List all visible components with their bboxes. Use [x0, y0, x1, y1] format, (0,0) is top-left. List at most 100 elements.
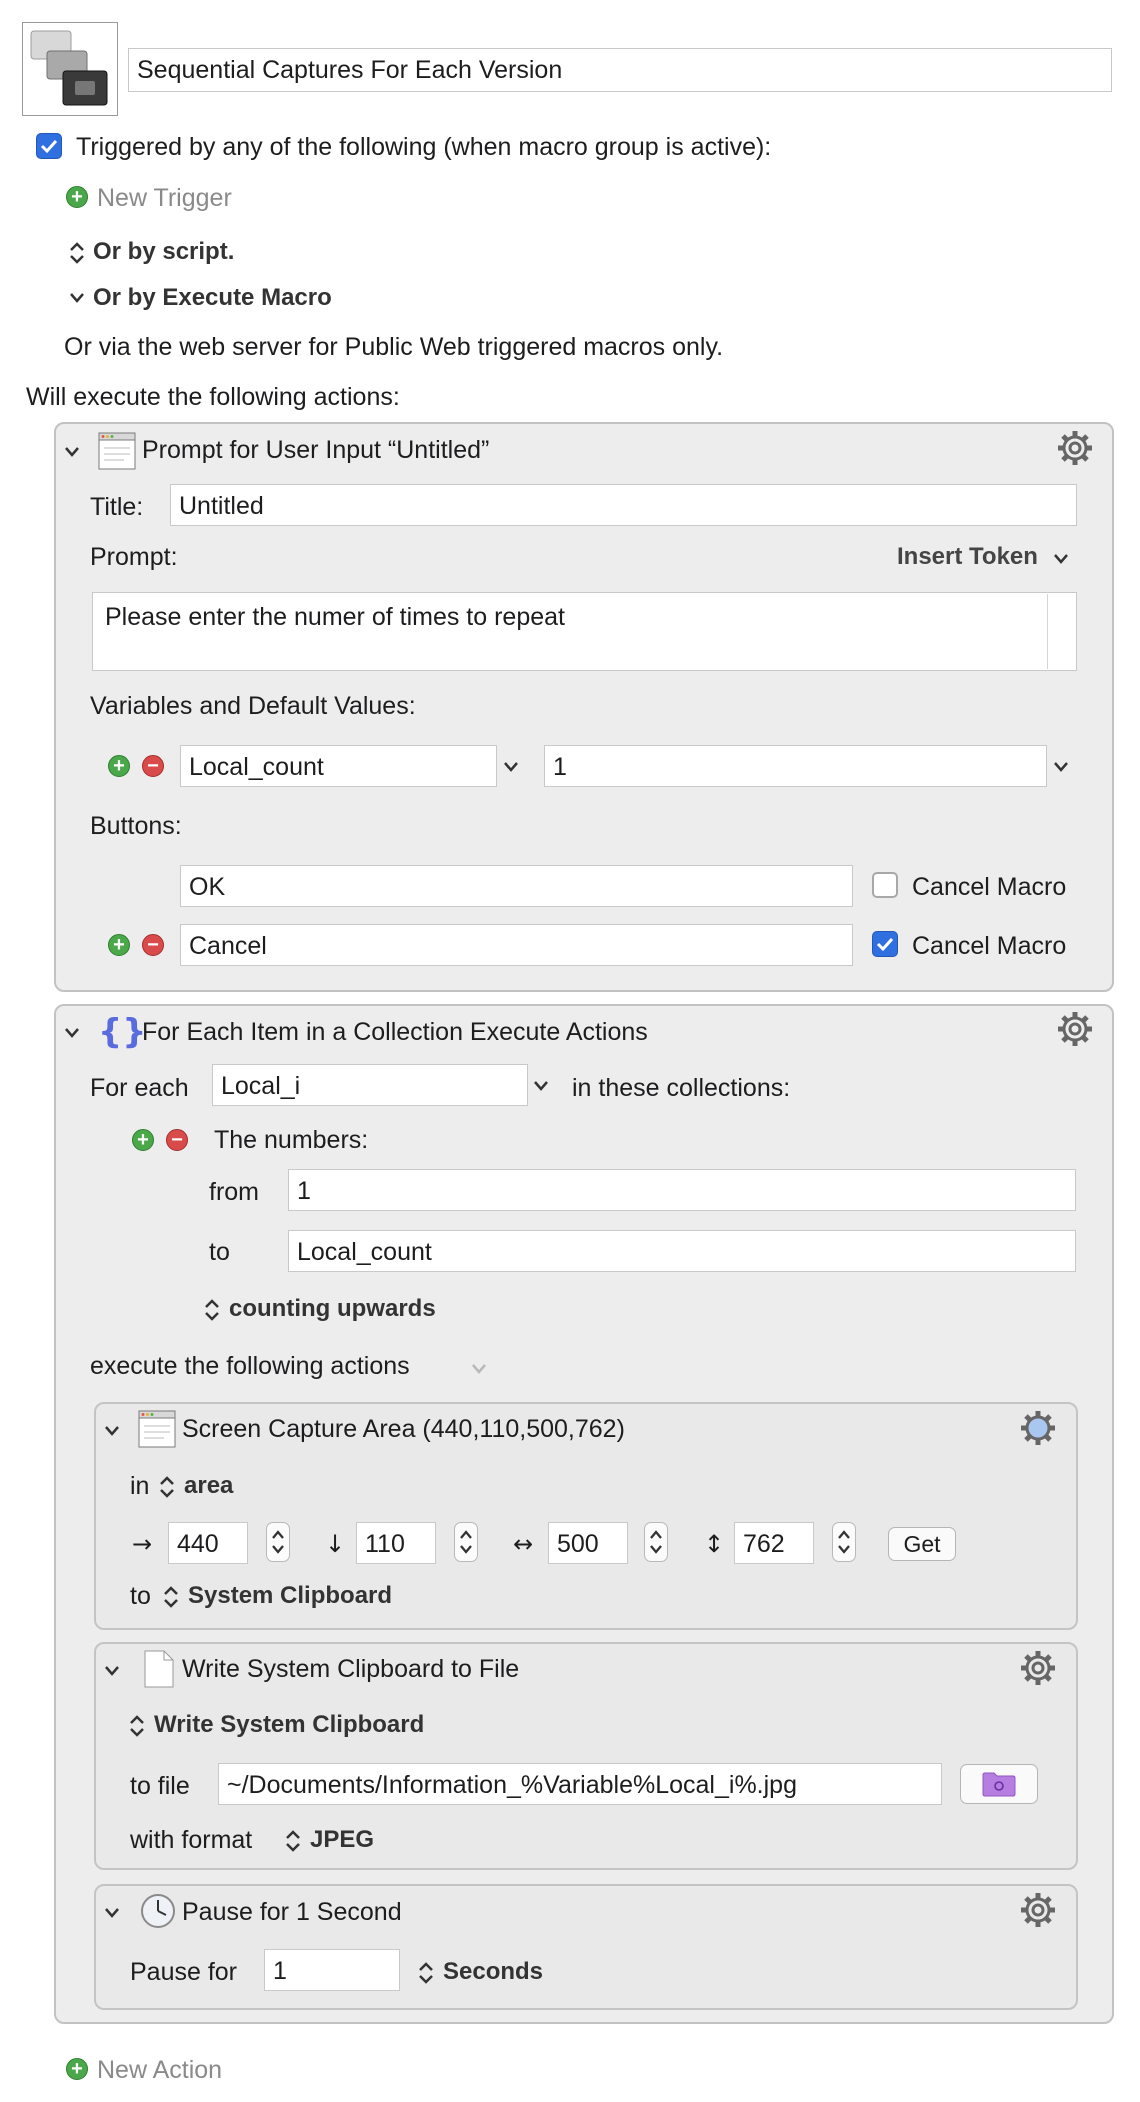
execute-macro-chevron-icon[interactable] [68, 291, 86, 305]
pause-action-title: Pause for 1 Second [182, 1898, 402, 1926]
prompt-action-title: Prompt for User Input “Untitled” [142, 436, 490, 464]
left-arrow-label: → [132, 1530, 153, 1558]
foreach-variable-input[interactable]: Local_i [212, 1064, 528, 1106]
button1-cancel-macro-checkbox[interactable] [872, 872, 898, 898]
new-action-button[interactable]: New Action [97, 2058, 222, 2083]
prompt-textarea[interactable]: Please enter the numer of times to repea… [92, 592, 1077, 671]
destination-updown-icon[interactable] [162, 1584, 180, 1610]
to-label: to [209, 1238, 230, 1266]
numbers-label: The numbers: [214, 1126, 369, 1154]
foreach-variable-chevron-icon[interactable] [532, 1079, 550, 1093]
new-trigger-button[interactable]: New Trigger [97, 186, 232, 211]
new-trigger-plus-icon[interactable]: + [66, 186, 88, 208]
button2-input[interactable]: Cancel [180, 924, 853, 966]
pause-for-label: Pause for [130, 1958, 238, 1986]
unit-popup[interactable]: Seconds [443, 1960, 543, 1984]
remove-variable-icon[interactable]: − [142, 755, 164, 777]
gear-icon[interactable] [1018, 1648, 1058, 1688]
title-input[interactable]: Untitled [170, 484, 1077, 526]
insert-token-chevron-icon[interactable] [1052, 552, 1070, 566]
variable-default-chevron-icon[interactable] [1052, 760, 1070, 774]
left-stepper[interactable] [266, 1522, 290, 1562]
buttons-label: Buttons: [90, 812, 182, 840]
title-label: Title: [90, 493, 144, 521]
height-stepper[interactable] [832, 1522, 856, 1562]
counting-updown-icon[interactable] [203, 1297, 221, 1323]
button2-cancel-macro-checkbox[interactable] [872, 931, 898, 957]
or-by-execute-macro[interactable]: Or by Execute Macro [93, 286, 332, 310]
write-collapse-chevron-icon[interactable] [103, 1664, 121, 1678]
foreach-collapse-chevron-icon[interactable] [63, 1026, 81, 1040]
gear-icon[interactable] [1055, 428, 1095, 468]
execute-following-label: execute the following actions [90, 1352, 410, 1380]
width-input[interactable]: 500 [548, 1522, 628, 1564]
macro-icon[interactable] [22, 22, 118, 116]
top-input[interactable]: 110 [356, 1522, 436, 1564]
insert-token-button[interactable]: Insert Token [897, 545, 1038, 569]
file-path-input[interactable]: ~/Documents/Information_%Variable%Local_… [218, 1763, 942, 1805]
braces-icon: {} [98, 1012, 147, 1052]
get-button[interactable]: Get [888, 1527, 956, 1561]
top-stepper[interactable] [454, 1522, 478, 1562]
remove-button-icon[interactable]: − [142, 934, 164, 956]
area-updown-icon[interactable] [158, 1474, 176, 1500]
window-icon [138, 1410, 176, 1453]
clock-icon [140, 1893, 176, 1934]
for-each-label: For each [90, 1074, 189, 1102]
button1-cancel-macro-label: Cancel Macro [912, 873, 1067, 901]
document-icon [144, 1650, 174, 1693]
capture-to-label: to [130, 1582, 151, 1610]
variables-label: Variables and Default Values: [90, 692, 416, 720]
write-action-title: Write System Clipboard to File [182, 1655, 520, 1683]
pause-value-input[interactable]: 1 [264, 1949, 400, 1991]
format-popup[interactable]: JPEG [310, 1828, 374, 1852]
will-execute-label: Will execute the following actions: [26, 383, 400, 411]
unit-updown-icon[interactable] [417, 1960, 435, 1986]
add-collection-icon[interactable]: + [132, 1129, 154, 1151]
macro-name-input[interactable]: Sequential Captures For Each Version [128, 48, 1112, 92]
format-label: with format [130, 1826, 253, 1854]
variable-name-input[interactable]: Local_count [180, 745, 497, 787]
foreach-action-title: For Each Item in a Collection Execute Ac… [142, 1018, 648, 1046]
add-button-icon[interactable]: + [108, 934, 130, 956]
web-server-note: Or via the web server for Public Web tri… [64, 333, 724, 361]
counting-direction-popup[interactable]: counting upwards [229, 1297, 436, 1321]
execute-following-chevron-icon[interactable] [470, 1362, 488, 1376]
pause-collapse-chevron-icon[interactable] [103, 1906, 121, 1920]
write-mode-popup[interactable]: Write System Clipboard [154, 1713, 424, 1737]
new-action-plus-icon[interactable]: + [66, 2058, 88, 2080]
trigger-checkbox[interactable] [36, 133, 62, 159]
gear-blue-icon[interactable] [1018, 1408, 1058, 1448]
variable-default-input[interactable]: 1 [544, 745, 1047, 787]
prompt-text: Please enter the numer of times to repea… [105, 603, 565, 631]
prompt-label: Prompt: [90, 543, 178, 571]
in-collections-label: in these collections: [572, 1074, 791, 1102]
left-input[interactable]: 440 [168, 1522, 248, 1564]
destination-popup[interactable]: System Clipboard [188, 1584, 392, 1608]
prompt-scrollbar[interactable] [1047, 594, 1048, 669]
button1-input[interactable]: OK [180, 865, 853, 907]
trigger-label: Triggered by any of the following (when … [76, 133, 772, 161]
gear-icon[interactable] [1018, 1890, 1058, 1930]
remove-collection-icon[interactable]: − [166, 1129, 188, 1151]
button2-cancel-macro-label: Cancel Macro [912, 932, 1067, 960]
height-arrow-label: ↕ [704, 1530, 725, 1558]
or-by-script[interactable]: Or by script. [93, 240, 234, 264]
choose-folder-button[interactable] [960, 1764, 1038, 1804]
height-input[interactable]: 762 [734, 1522, 814, 1564]
write-mode-updown-icon[interactable] [128, 1713, 146, 1739]
prompt-collapse-chevron-icon[interactable] [63, 445, 81, 459]
to-input[interactable]: Local_count [288, 1230, 1076, 1272]
width-arrow-label: ↔ [513, 1530, 534, 1558]
format-updown-icon[interactable] [284, 1828, 302, 1854]
from-input[interactable]: 1 [288, 1169, 1076, 1211]
window-icon [98, 432, 136, 475]
script-updown-icon[interactable] [68, 240, 86, 266]
capture-action-title: Screen Capture Area (440,110,500,762) [182, 1415, 625, 1443]
width-stepper[interactable] [644, 1522, 668, 1562]
gear-icon[interactable] [1055, 1009, 1095, 1049]
area-popup[interactable]: area [184, 1474, 233, 1498]
capture-collapse-chevron-icon[interactable] [103, 1424, 121, 1438]
add-variable-icon[interactable]: + [108, 755, 130, 777]
variable-name-chevron-icon[interactable] [502, 760, 520, 774]
